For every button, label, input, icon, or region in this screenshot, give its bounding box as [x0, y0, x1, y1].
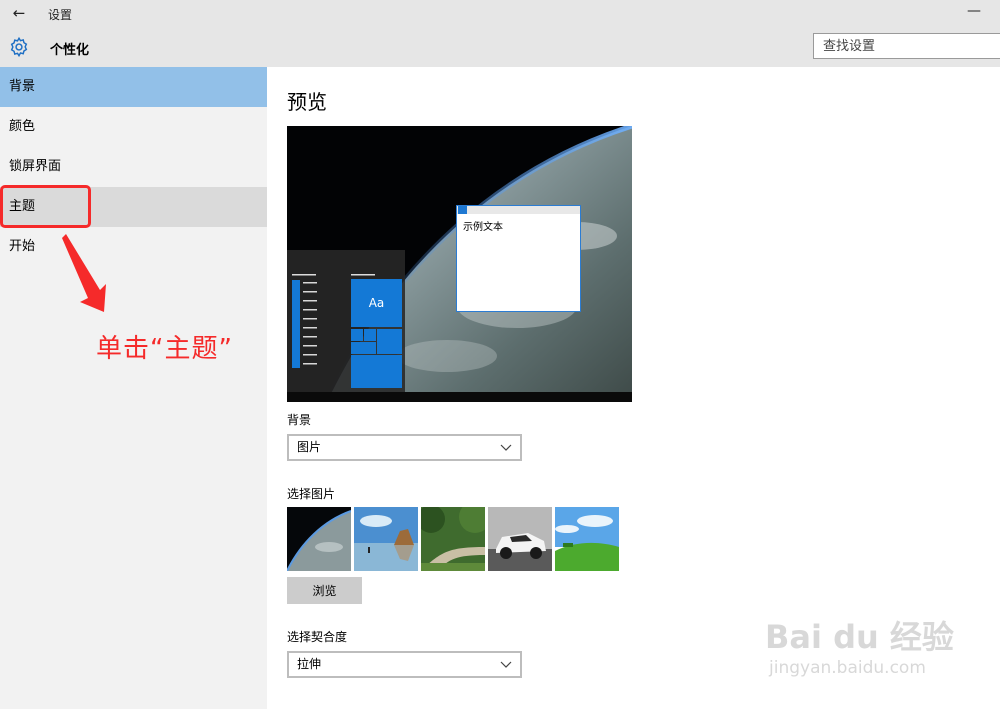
annotation-arrow [62, 234, 106, 312]
sample-window: 示例文本 [456, 205, 581, 312]
sidebar: 背景 颜色 锁屏界面 主题 开始 [0, 67, 267, 709]
title-bar: ← 设置 — 个性化 [0, 0, 1000, 67]
choose-picture-label: 选择图片 [287, 487, 336, 501]
thumbnail-earth[interactable] [287, 507, 351, 571]
baidu-watermark: Bai du 经验 jingyan.baidu.com [765, 606, 965, 686]
chevron-down-icon [500, 661, 512, 668]
sidebar-item-background[interactable]: 背景 [0, 67, 267, 107]
theme-preview: Aa 示例文本 [287, 126, 632, 402]
thumbnail-forest-road[interactable] [421, 507, 485, 571]
sidebar-item-start[interactable]: 开始 [0, 227, 267, 267]
watermark-url: jingyan.baidu.com [769, 658, 926, 678]
accent-tile: Aa [351, 279, 402, 327]
fit-label: 选择契合度 [287, 630, 348, 644]
back-button[interactable]: ← [8, 3, 30, 23]
app-title: 设置 [48, 8, 73, 22]
thumbnail-green-field[interactable] [555, 507, 619, 571]
background-dropdown-value: 图片 [297, 440, 322, 454]
gear-icon [10, 36, 28, 58]
annotation-highlight-box [0, 185, 91, 228]
background-label: 背景 [287, 413, 312, 427]
annotation-text: 单击“主题” [96, 334, 233, 364]
start-menu-preview: Aa [287, 250, 405, 392]
sample-text: 示例文本 [463, 222, 503, 233]
browse-button[interactable]: 浏览 [287, 577, 362, 604]
sidebar-item-lock-screen[interactable]: 锁屏界面 [0, 147, 267, 187]
minimize-button[interactable]: — [964, 2, 984, 20]
sidebar-item-colors[interactable]: 颜色 [0, 107, 267, 147]
background-dropdown[interactable]: 图片 [287, 434, 522, 461]
fit-dropdown-value: 拉伸 [297, 657, 322, 671]
watermark-brand: Bai du 经验 [765, 618, 954, 656]
preview-heading: 预览 [287, 90, 327, 114]
thumbnail-sports-car[interactable] [488, 507, 552, 571]
thumbnail-beach[interactable] [354, 507, 418, 571]
fit-dropdown[interactable]: 拉伸 [287, 651, 522, 678]
search-input[interactable] [813, 33, 1000, 59]
chevron-down-icon [500, 444, 512, 451]
page-title: 个性化 [50, 43, 90, 58]
